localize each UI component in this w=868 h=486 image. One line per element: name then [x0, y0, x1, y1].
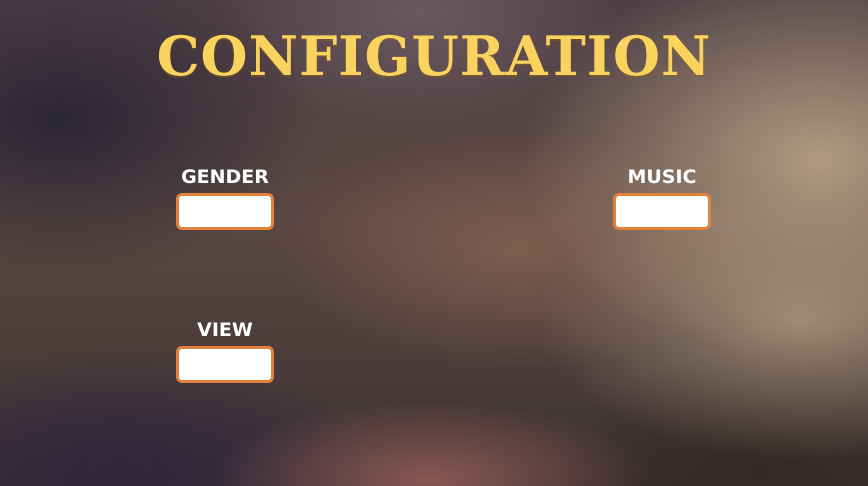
gender-setting: GENDER	[176, 166, 274, 230]
view-input[interactable]	[176, 346, 274, 383]
view-setting: VIEW	[176, 319, 274, 383]
music-input[interactable]	[613, 193, 711, 230]
gender-input[interactable]	[176, 193, 274, 230]
view-label: VIEW	[197, 319, 253, 341]
gender-label: GENDER	[181, 166, 269, 188]
page-title: CONFIGURATION	[156, 24, 712, 88]
music-setting: MUSIC	[613, 166, 711, 230]
music-label: MUSIC	[627, 166, 697, 188]
